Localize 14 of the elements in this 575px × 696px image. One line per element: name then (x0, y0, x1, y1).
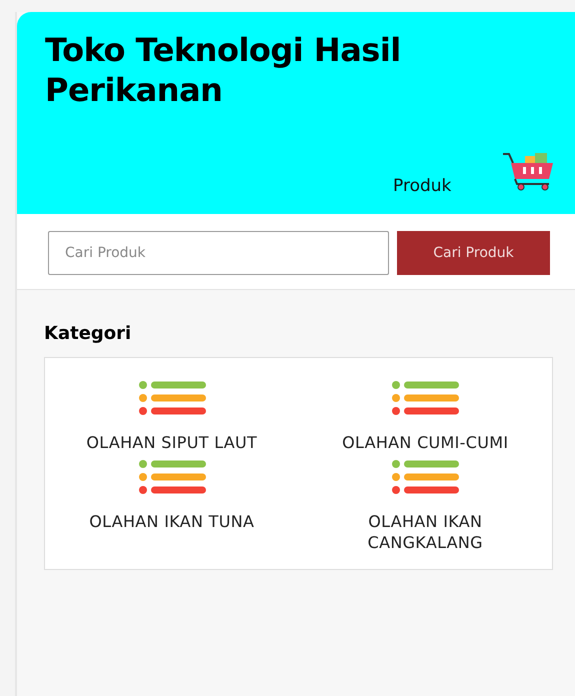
list-icon (391, 380, 460, 416)
nav-link[interactable]: Produk (393, 174, 452, 200)
category-link[interactable]: OLAHAN SIPUT LAUT (76, 432, 267, 453)
list-icon (391, 459, 460, 495)
store-title: Toko Teknologi Hasil Perikanan (45, 30, 402, 110)
list-icon (138, 380, 206, 416)
section-title: Kategori (44, 322, 132, 346)
category-link[interactable]: OLAHAN IKAN CANGKALANG (330, 511, 520, 553)
category-link[interactable]: OLAHAN IKAN TUNA (76, 511, 267, 532)
search-field[interactable]: Cari Produk (48, 231, 389, 275)
category-link[interactable]: OLAHAN CUMI-CUMI (330, 432, 520, 453)
list-icon (138, 459, 206, 495)
shopping-cart-icon[interactable] (501, 151, 555, 191)
search-button[interactable]: Cari Produk (397, 231, 550, 275)
